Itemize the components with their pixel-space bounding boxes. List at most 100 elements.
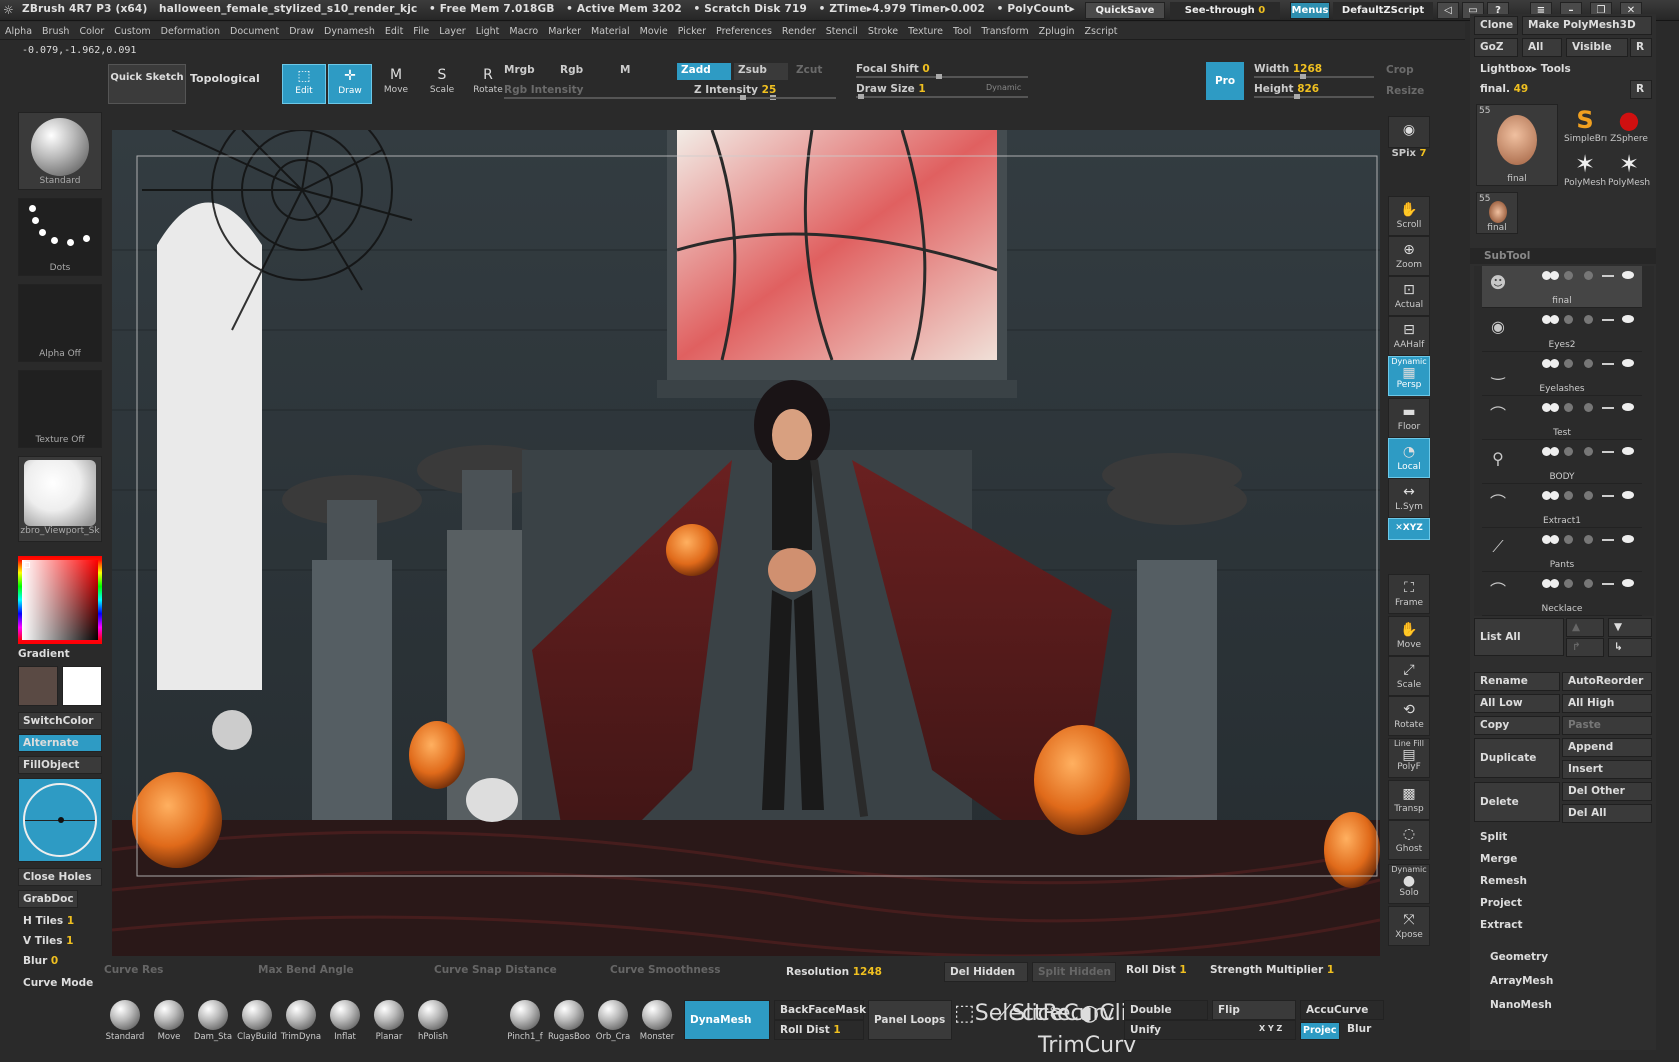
- curve-res-slider[interactable]: Curve Res: [104, 964, 163, 976]
- subtool-eye-icon[interactable]: [1622, 359, 1634, 367]
- scroll-button[interactable]: ✋ Scroll: [1388, 196, 1430, 236]
- menu-stencil[interactable]: Stencil: [821, 22, 863, 37]
- subtool-item[interactable]: ‿ Eyelashes: [1482, 354, 1642, 396]
- brush-rugasboo[interactable]: RugasBoo: [548, 998, 590, 1046]
- persp-button[interactable]: Dynamic ▦ Persp: [1388, 356, 1430, 396]
- layout-left-icon[interactable]: ◁: [1437, 2, 1459, 19]
- ghost-button[interactable]: ◌ Ghost: [1388, 820, 1430, 860]
- subtool-item[interactable]: ⟋ Pants: [1482, 530, 1642, 572]
- zsub-button[interactable]: Zsub: [734, 63, 788, 80]
- zoom-button[interactable]: ⊕ Zoom: [1388, 236, 1430, 276]
- focal-shift-slider[interactable]: Focal Shift 0: [852, 62, 1032, 79]
- rotate-button[interactable]: ⟲ Rotate: [1388, 696, 1430, 736]
- menu-file[interactable]: File: [408, 22, 434, 37]
- arraymesh-section[interactable]: ArrayMesh: [1484, 972, 1652, 991]
- brush-orb-cra[interactable]: Orb_Cra: [592, 998, 634, 1046]
- subtool-brush-icon[interactable]: [1602, 319, 1614, 321]
- tool-simplebr[interactable]: S SimpleBrı: [1564, 106, 1607, 148]
- spix-slider[interactable]: SPix 7: [1388, 148, 1430, 159]
- xyz-button[interactable]: ✕XYZ: [1388, 518, 1430, 540]
- subtool-eye-icon[interactable]: [1622, 491, 1634, 499]
- subtool-lock-icon[interactable]: [1584, 447, 1593, 456]
- subtool-lock-icon[interactable]: [1584, 271, 1593, 280]
- bpr-button[interactable]: ◉: [1388, 116, 1430, 148]
- transp-button[interactable]: ▩ Transp: [1388, 780, 1430, 820]
- append-button[interactable]: Append: [1562, 738, 1652, 757]
- menu-layer[interactable]: Layer: [434, 22, 471, 37]
- stroke-picker[interactable]: Dots: [18, 198, 102, 276]
- roll-dist-slider[interactable]: Roll Dist 1: [1126, 964, 1187, 976]
- split-hidden-button[interactable]: Split Hidden: [1032, 962, 1116, 982]
- menu-alpha[interactable]: Alpha: [0, 22, 37, 37]
- curve-mode-button[interactable]: Curve Mode: [18, 974, 102, 992]
- curve-smoothness-slider[interactable]: Curve Smoothness: [610, 964, 721, 976]
- height-slider[interactable]: Height 826: [1250, 82, 1378, 99]
- document-canvas[interactable]: [112, 130, 1380, 956]
- grabdoc-button[interactable]: GrabDoc: [18, 890, 78, 908]
- copy-button[interactable]: Copy: [1474, 716, 1560, 735]
- subtool-item[interactable]: ◉ Eyes2: [1482, 310, 1642, 352]
- strength-multiplier-slider[interactable]: Strength Multiplier 1: [1210, 964, 1334, 976]
- menu-marker[interactable]: Marker: [543, 22, 586, 37]
- frame-button[interactable]: ⛶ Frame: [1388, 574, 1430, 614]
- switchcolor-button[interactable]: SwitchColor: [18, 712, 102, 730]
- paste-button[interactable]: Paste: [1562, 716, 1652, 735]
- menus-button[interactable]: Menus: [1290, 2, 1330, 19]
- current-tool-slider[interactable]: final. 49: [1474, 80, 1628, 99]
- dynamesh-button[interactable]: DynaMesh: [684, 1000, 770, 1040]
- subtool-color-icon[interactable]: [1550, 403, 1559, 412]
- subtool-item[interactable]: ☻ final: [1482, 266, 1642, 308]
- clone-button[interactable]: Clone: [1474, 16, 1518, 35]
- merge-section[interactable]: Merge: [1474, 850, 1652, 869]
- rename-button[interactable]: Rename: [1474, 672, 1560, 691]
- subtool-mode-icon[interactable]: [1564, 447, 1573, 456]
- brush-move[interactable]: Move: [148, 998, 190, 1046]
- crop-button[interactable]: Crop: [1382, 63, 1428, 80]
- blur-slider[interactable]: Blur 0: [18, 952, 102, 970]
- quicksave-button[interactable]: QuickSave: [1085, 2, 1165, 19]
- split-section[interactable]: Split: [1474, 828, 1652, 847]
- move-up-arrow-icon[interactable]: ▲: [1566, 618, 1604, 637]
- menu-document[interactable]: Document: [225, 22, 284, 37]
- goz-button[interactable]: GoZ: [1474, 38, 1518, 57]
- tool-thumbnail-final[interactable]: 55 final: [1476, 104, 1558, 186]
- draw-button[interactable]: ✛ Draw: [328, 64, 372, 104]
- subtool-eye-icon[interactable]: [1622, 535, 1634, 543]
- see-through-slider[interactable]: See-through 0: [1170, 2, 1280, 19]
- subtool-eye-icon[interactable]: [1622, 271, 1634, 279]
- double-button[interactable]: Double: [1124, 1000, 1208, 1020]
- zadd-button[interactable]: Zadd: [677, 63, 731, 80]
- remesh-section[interactable]: Remesh: [1474, 872, 1652, 891]
- subtool-lock-icon[interactable]: [1584, 491, 1593, 500]
- subtool-lock-icon[interactable]: [1584, 403, 1593, 412]
- subtool-mode-icon[interactable]: [1564, 315, 1573, 324]
- nanomesh-section[interactable]: NanoMesh: [1484, 996, 1652, 1015]
- solo-button[interactable]: Dynamic ● Solo: [1388, 864, 1430, 904]
- brush-pinch1-f[interactable]: Pinch1_f: [504, 998, 546, 1046]
- menu-edit[interactable]: Edit: [380, 22, 408, 37]
- geometry-section[interactable]: Geometry: [1484, 948, 1652, 967]
- goz-visible-button[interactable]: Visible: [1566, 38, 1628, 57]
- subtool-color-icon[interactable]: [1550, 359, 1559, 368]
- resolution-slider[interactable]: Resolution 1248: [786, 966, 882, 978]
- menu-color[interactable]: Color: [74, 22, 109, 37]
- menu-zscript[interactable]: Zscript: [1080, 22, 1123, 37]
- trimcurv-brush[interactable]: ✂TrimCurv: [1038, 998, 1136, 1058]
- alternate-button[interactable]: Alternate: [18, 734, 102, 752]
- subtool-color-icon[interactable]: [1550, 271, 1559, 280]
- goz-all-button[interactable]: All: [1522, 38, 1562, 57]
- panel-loops-button[interactable]: Panel Loops: [868, 1000, 952, 1040]
- quick-sketch-button[interactable]: Quick Sketch: [108, 64, 186, 104]
- resize-button[interactable]: Resize: [1382, 84, 1428, 101]
- extract-section[interactable]: Extract: [1474, 916, 1652, 935]
- subtool-color-icon[interactable]: [1550, 579, 1559, 588]
- subtool-mode-icon[interactable]: [1564, 535, 1573, 544]
- subtool-item[interactable]: ⌒ Necklace: [1482, 574, 1642, 616]
- make-polymesh3d-button[interactable]: Make PolyMesh3D: [1522, 16, 1652, 35]
- subtool-brush-icon[interactable]: [1602, 407, 1614, 409]
- brush-dam-sta[interactable]: Dam_Sta: [192, 998, 234, 1046]
- subtool-lock-icon[interactable]: [1584, 579, 1593, 588]
- subtool-eye-icon[interactable]: [1622, 579, 1634, 587]
- tool-polymesh2[interactable]: ✶ PolyMesh: [1608, 150, 1650, 192]
- subtool-brush-icon[interactable]: [1602, 363, 1614, 365]
